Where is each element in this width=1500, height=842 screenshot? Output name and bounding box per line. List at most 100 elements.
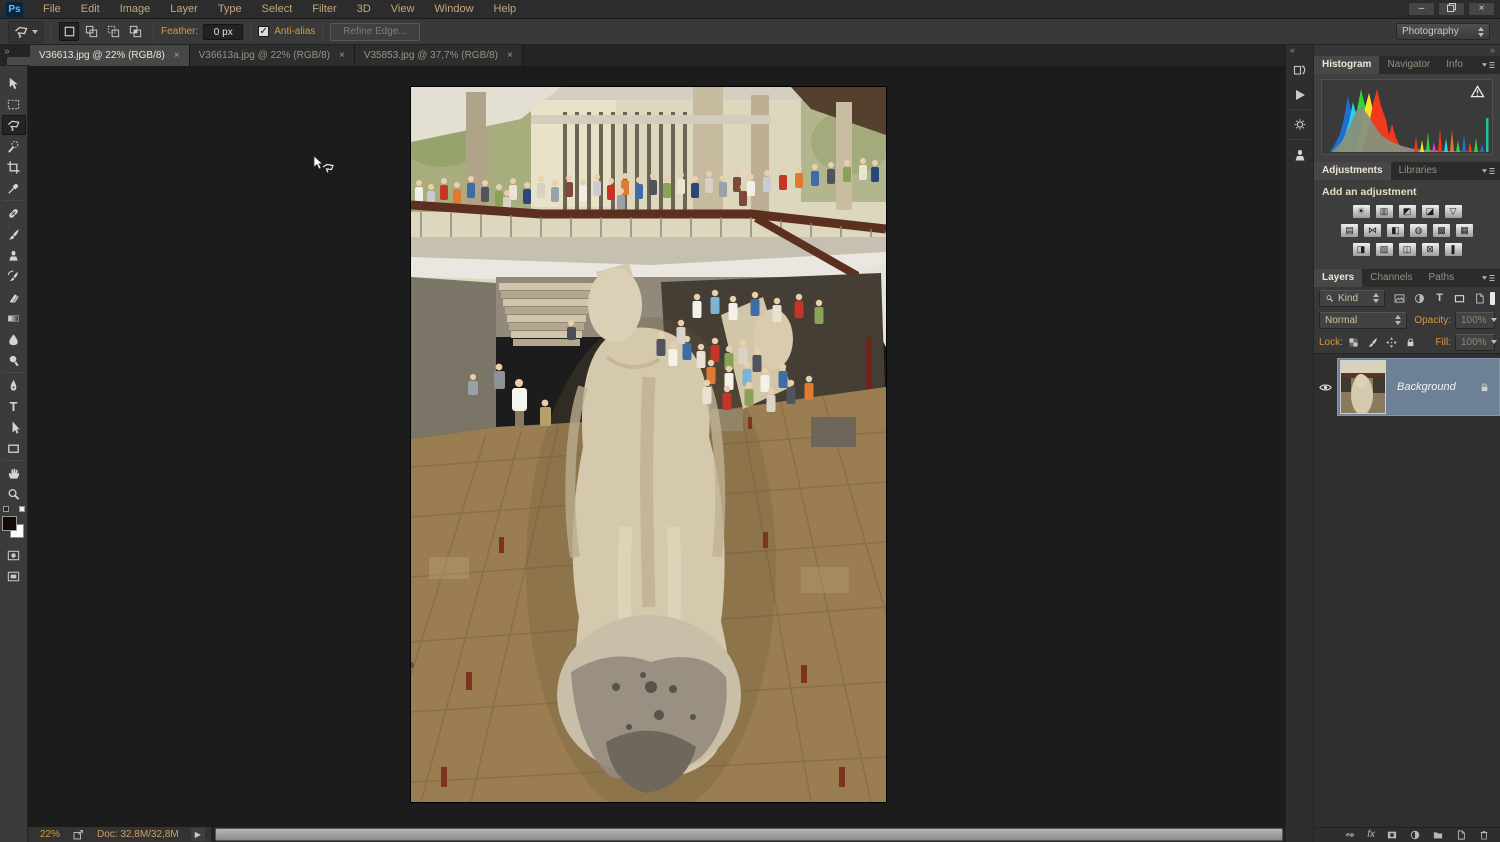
tab-info[interactable]: Info	[1438, 56, 1471, 74]
lock-transparency-icon[interactable]	[1347, 336, 1360, 349]
adjustment-channel-mixer-icon[interactable]: ▩	[1433, 224, 1450, 237]
export-icon[interactable]	[72, 828, 85, 841]
adjustment-exposure-icon[interactable]: ◪	[1422, 205, 1439, 218]
status-options-button[interactable]: ▶	[191, 828, 205, 841]
menu-view[interactable]: View	[381, 3, 425, 15]
adjustment-black-white-icon[interactable]: ◧	[1387, 224, 1404, 237]
actions-panel-button[interactable]	[1288, 83, 1312, 106]
clone-source-panel-button[interactable]	[1288, 143, 1312, 166]
link-layers-icon[interactable]	[1344, 829, 1356, 841]
canvas-area[interactable]	[28, 66, 1285, 827]
adjustment-photo-filter-icon[interactable]: ◍	[1410, 224, 1427, 237]
tool-zoom[interactable]	[2, 484, 26, 504]
adjustment-brightness-contrast-icon[interactable]: ☀	[1353, 205, 1370, 218]
new-adjustment-layer-icon[interactable]	[1409, 829, 1421, 841]
filter-pixel-layers-icon[interactable]	[1393, 292, 1406, 305]
delete-layer-icon[interactable]	[1478, 829, 1490, 841]
menu-layer[interactable]: Layer	[160, 3, 208, 15]
tab-histogram[interactable]: Histogram	[1314, 56, 1379, 74]
close-icon[interactable]: ×	[339, 50, 345, 61]
properties-panel-button[interactable]	[1288, 113, 1312, 136]
menu-file[interactable]: File	[33, 3, 71, 15]
anti-alias-checkbox[interactable]: ✓	[258, 26, 269, 37]
tool-quick-selection[interactable]	[2, 136, 26, 156]
tool-crop[interactable]	[2, 157, 26, 177]
tab-adjustments[interactable]: Adjustments	[1314, 162, 1391, 180]
adjustment-color-balance-icon[interactable]: ⋈	[1364, 224, 1381, 237]
tool-spot-healing-brush[interactable]	[2, 203, 26, 223]
color-swatches[interactable]	[1, 515, 27, 541]
tool-path-selection[interactable]	[2, 417, 26, 437]
new-selection-button[interactable]	[59, 22, 79, 41]
tool-eyedropper[interactable]	[2, 178, 26, 198]
adjustment-hue-saturation-icon[interactable]: ▤	[1341, 224, 1358, 237]
document-tab-1[interactable]: V36613.jpg @ 22% (RGB/8) ×	[30, 45, 190, 66]
fill-dropdown[interactable]: 100%	[1455, 334, 1495, 351]
add-to-selection-button[interactable]	[81, 22, 101, 41]
panel-menu-icon[interactable]	[1480, 273, 1496, 283]
workspace-switcher[interactable]: Photography	[1396, 23, 1490, 40]
screen-mode-button[interactable]	[2, 566, 26, 586]
adjustment-posterize-icon[interactable]: ▨	[1376, 243, 1393, 256]
panel-menu-icon[interactable]	[1480, 60, 1496, 70]
restore-button[interactable]	[1438, 2, 1465, 16]
menu-3d[interactable]: 3D	[347, 3, 381, 15]
lock-pixels-icon[interactable]	[1366, 336, 1379, 349]
subtract-from-selection-button[interactable]	[103, 22, 123, 41]
tab-libraries[interactable]: Libraries	[1391, 162, 1445, 180]
tab-layers[interactable]: Layers	[1314, 269, 1362, 287]
new-layer-icon[interactable]	[1455, 829, 1467, 841]
close-button[interactable]: ×	[1468, 2, 1495, 16]
close-icon[interactable]: ×	[507, 50, 513, 61]
tool-polygonal-lasso[interactable]	[2, 115, 26, 135]
adjustment-vibrance-icon[interactable]: ▽	[1445, 205, 1462, 218]
tab-navigator[interactable]: Navigator	[1379, 56, 1438, 74]
tool-pen[interactable]	[2, 375, 26, 395]
horizontal-scrollbar[interactable]	[215, 828, 1283, 841]
close-icon[interactable]: ×	[174, 50, 180, 61]
adjustment-levels-icon[interactable]: ▥	[1376, 205, 1393, 218]
clipping-warning-icon[interactable]	[1470, 85, 1485, 98]
adjustment-invert-icon[interactable]: ◨	[1353, 243, 1370, 256]
quick-mask-button[interactable]	[2, 545, 26, 565]
adjustment-threshold-icon[interactable]: ◫	[1399, 243, 1416, 256]
adjustment-color-lookup-icon[interactable]: ▦	[1456, 224, 1473, 237]
tool-rectangle[interactable]	[2, 438, 26, 458]
adjustment-selective-color-icon[interactable]: ⊠	[1422, 243, 1439, 256]
history-panel-button[interactable]	[1288, 58, 1312, 81]
tool-brush[interactable]	[2, 224, 26, 244]
tab-paths[interactable]: Paths	[1421, 269, 1463, 287]
tool-hand[interactable]	[2, 463, 26, 483]
lock-all-icon[interactable]	[1404, 336, 1417, 349]
tab-channels[interactable]: Channels	[1362, 269, 1420, 287]
document-image[interactable]	[411, 87, 886, 802]
tool-gradient[interactable]	[2, 308, 26, 328]
menu-image[interactable]: Image	[110, 3, 161, 15]
filter-adjustment-layers-icon[interactable]	[1413, 292, 1426, 305]
menu-filter[interactable]: Filter	[302, 3, 346, 15]
zoom-level-field[interactable]: 22%	[40, 829, 60, 840]
tool-blur[interactable]	[2, 329, 26, 349]
blend-mode-dropdown[interactable]: Normal	[1319, 312, 1407, 329]
filter-smart-objects-icon[interactable]	[1473, 292, 1486, 305]
filter-shape-layers-icon[interactable]	[1453, 292, 1466, 305]
document-tab-3[interactable]: V35853.jpg @ 37,7% (RGB/8) ×	[355, 45, 523, 66]
lock-position-icon[interactable]	[1385, 336, 1398, 349]
menu-help[interactable]: Help	[484, 3, 527, 15]
adjustment-curves-icon[interactable]: ◩	[1399, 205, 1416, 218]
selected-layer-body[interactable]: Background	[1337, 358, 1500, 416]
tool-clone-stamp[interactable]	[2, 245, 26, 265]
tab-overflow-chevron[interactable]: »	[4, 46, 10, 57]
filter-type-layers-icon[interactable]: T	[1433, 292, 1446, 305]
menu-type[interactable]: Type	[208, 3, 252, 15]
menu-window[interactable]: Window	[424, 3, 483, 15]
layer-filter-type-dropdown[interactable]: Kind	[1319, 290, 1385, 307]
foreground-color-swatch[interactable]	[2, 516, 17, 531]
tool-dodge[interactable]	[2, 350, 26, 370]
menu-edit[interactable]: Edit	[71, 3, 110, 15]
layer-style-icon[interactable]: fx	[1367, 829, 1375, 841]
tool-type[interactable]: T	[2, 396, 26, 416]
feather-input[interactable]: 0 px	[203, 24, 243, 40]
tool-eraser[interactable]	[2, 287, 26, 307]
opacity-dropdown[interactable]: 100%	[1455, 312, 1495, 329]
